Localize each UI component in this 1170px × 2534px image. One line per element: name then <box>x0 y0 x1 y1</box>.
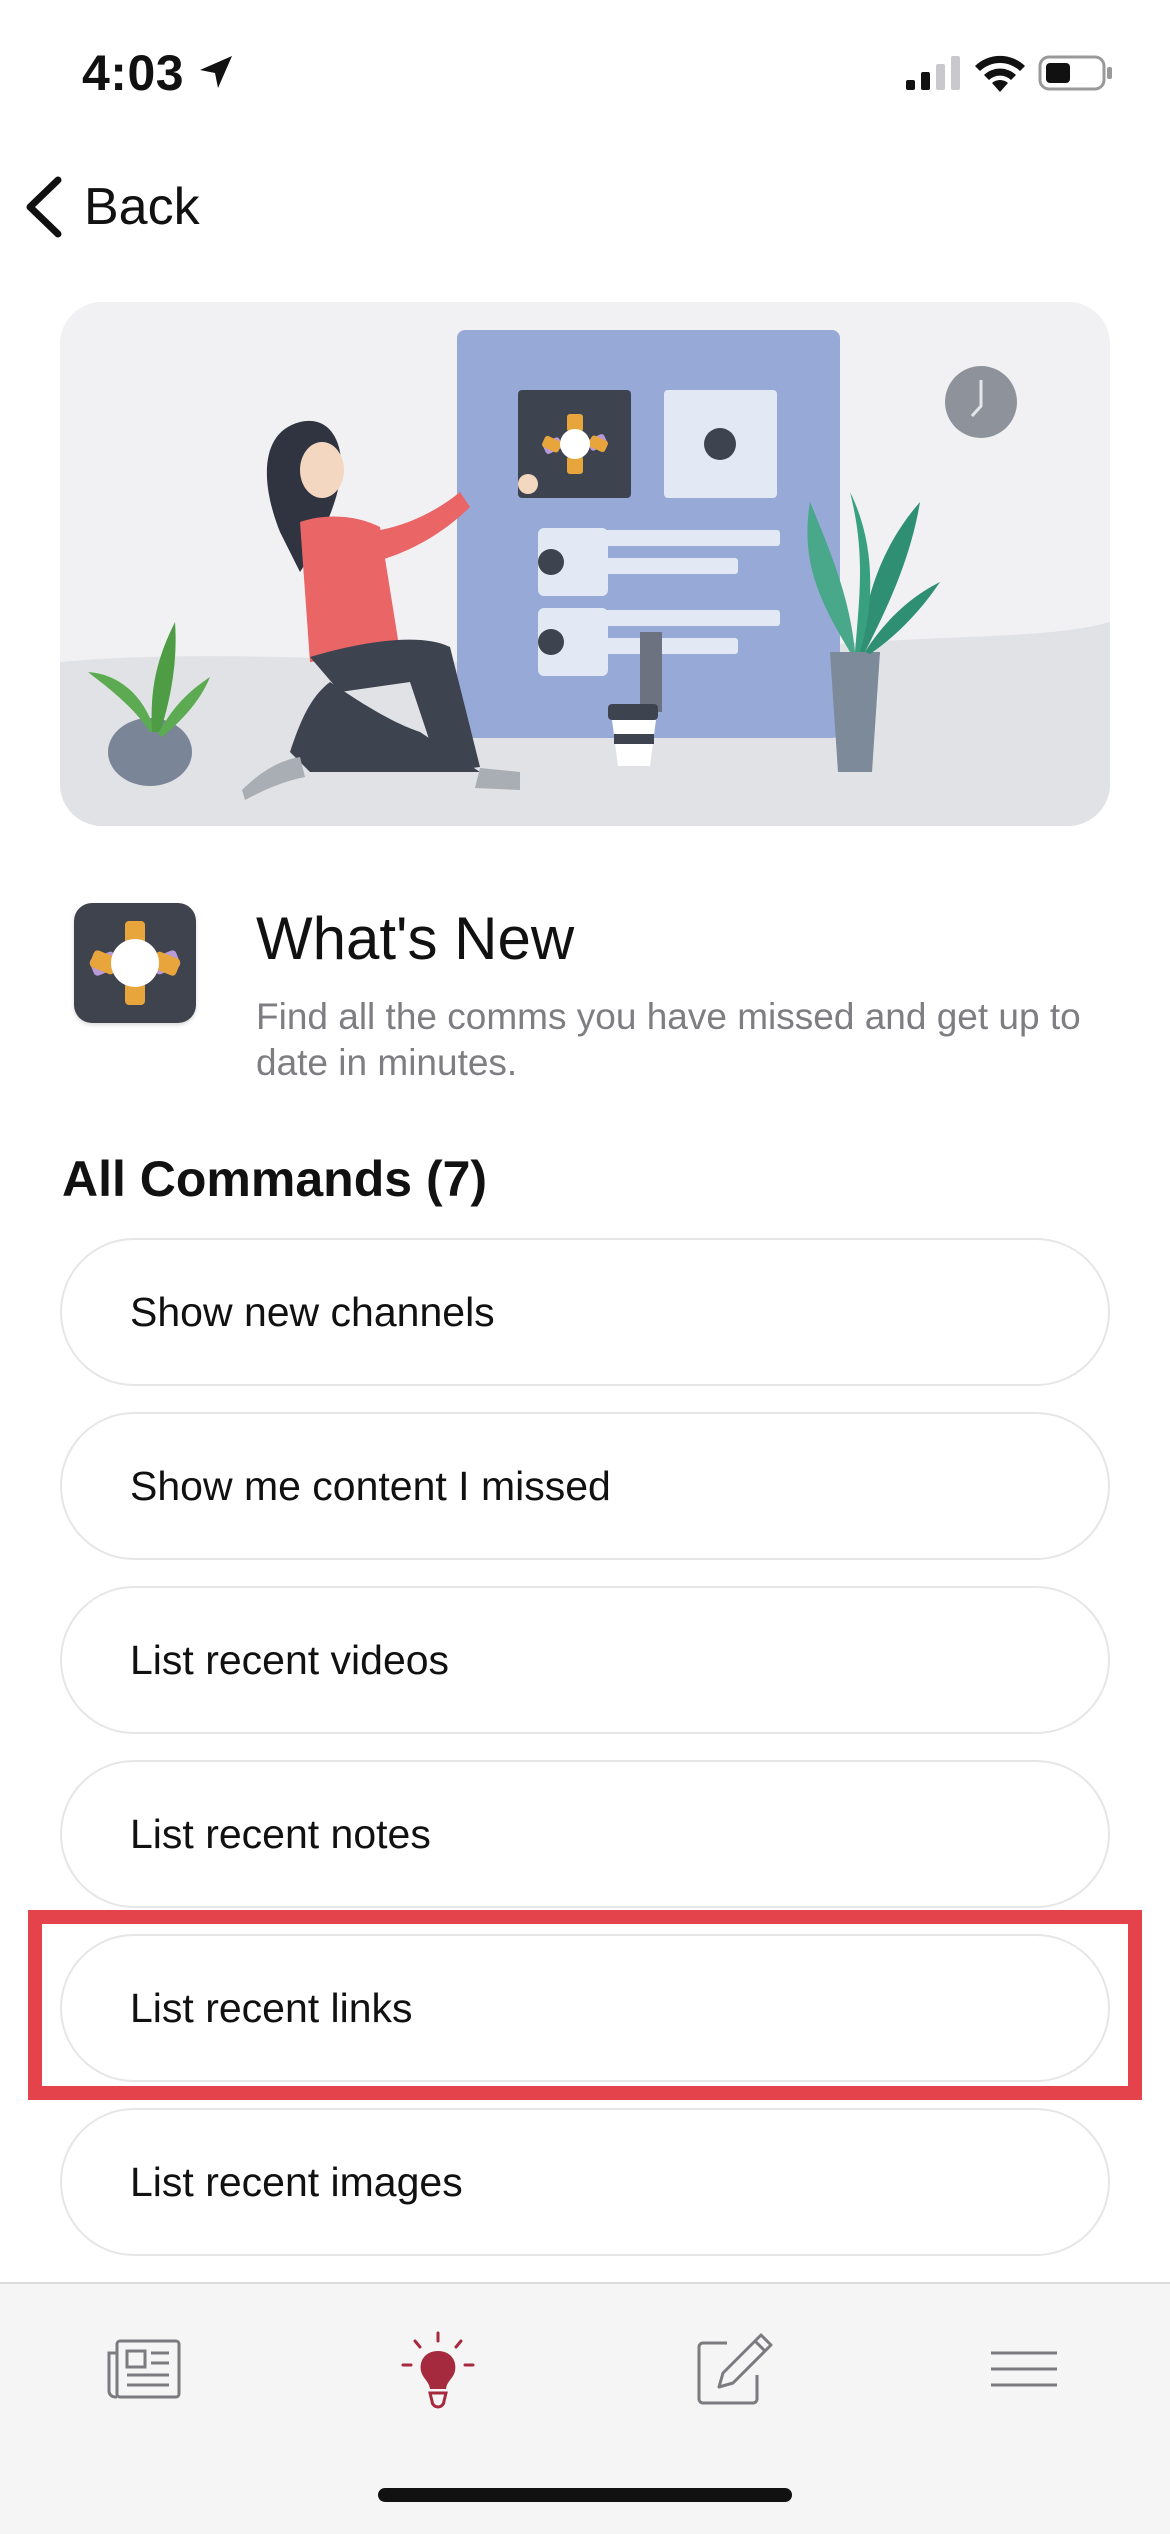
command-list-recent-videos[interactable]: List recent videos <box>60 1586 1110 1734</box>
command-list-recent-images[interactable]: List recent images <box>60 2108 1110 2256</box>
hero-illustration <box>60 302 1110 826</box>
tab-news[interactable] <box>86 2324 206 2414</box>
command-label: List recent links <box>130 1984 413 2031</box>
app-title: What's New <box>256 905 575 972</box>
command-show-content-missed[interactable]: Show me content I missed <box>60 1412 1110 1560</box>
back-button[interactable]: Back <box>22 172 200 242</box>
tab-discover[interactable] <box>378 2324 498 2414</box>
commands-heading: All Commands (7) <box>62 1151 488 1207</box>
whats-new-app-icon <box>74 903 196 1023</box>
command-list-recent-notes[interactable]: List recent notes <box>60 1760 1110 1908</box>
tab-compose[interactable] <box>672 2324 792 2414</box>
cellular-signal-icon <box>906 56 960 90</box>
command-label: Show me content I missed <box>130 1462 611 1509</box>
command-label: List recent notes <box>130 1810 431 1857</box>
status-bar: 4:03 <box>0 0 1170 150</box>
command-label: List recent images <box>130 2158 463 2205</box>
pencil-edit-icon <box>697 2333 773 2405</box>
location-arrow-icon <box>200 56 232 88</box>
home-indicator <box>378 2488 792 2502</box>
command-label: Show new channels <box>130 1288 495 1335</box>
wifi-icon <box>975 55 1025 92</box>
app-description: Find all the comms you have missed and g… <box>256 996 1081 1083</box>
tab-menu[interactable] <box>964 2324 1084 2414</box>
command-label: List recent videos <box>130 1636 450 1683</box>
battery-icon <box>1038 55 1112 91</box>
chevron-left-icon <box>26 176 62 238</box>
command-list-recent-links[interactable]: List recent links <box>60 1934 1110 2082</box>
status-time: 4:03 <box>82 45 185 101</box>
command-show-new-channels[interactable]: Show new channels <box>60 1238 1110 1386</box>
menu-icon <box>991 2351 1057 2387</box>
newspaper-icon <box>107 2339 181 2399</box>
back-label: Back <box>84 178 200 236</box>
lightbulb-icon <box>401 2331 475 2409</box>
